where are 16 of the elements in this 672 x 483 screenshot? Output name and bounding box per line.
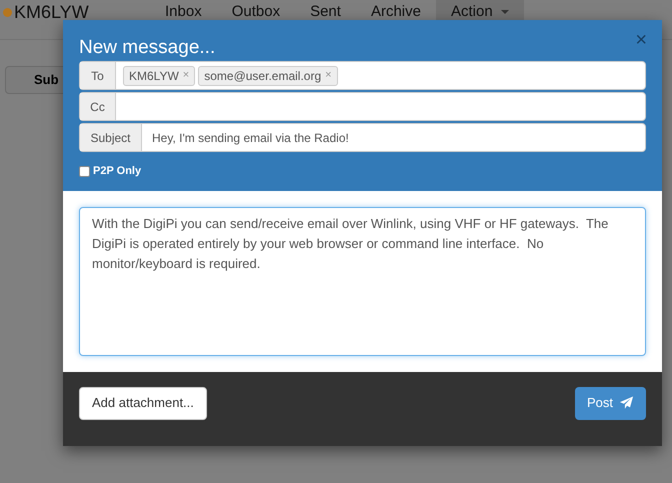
p2p-label: P2P Only (93, 164, 142, 179)
cc-field[interactable]: Cc (79, 92, 646, 121)
cc-label: Cc (80, 93, 116, 120)
paper-plane-icon (619, 396, 634, 410)
add-attachment-button[interactable]: Add attachment... (79, 386, 207, 420)
recipient-tag: some@user.email.org × (198, 66, 338, 86)
modal-title: New message... (79, 36, 216, 60)
p2p-checkbox[interactable] (79, 166, 90, 177)
subject-value: Hey, I'm sending email via the Radio! (151, 130, 349, 146)
subject-label: Subject (80, 124, 142, 151)
recipient-tag: KM6LYW × (123, 66, 196, 86)
message-textarea[interactable]: With the DigiPi you can send/receive email over Winlink, using VHF or HF gateways. The DigiPi is operated entirely by your web browser or command line interface. No monitor/keyboard is required. (79, 206, 646, 356)
brand-name: KM6LYW (14, 3, 89, 21)
subject-field[interactable]: Subject Hey, I'm sending email via the Radio! (79, 123, 646, 152)
post-button[interactable]: Post (574, 386, 646, 420)
to-label: To (80, 62, 116, 89)
